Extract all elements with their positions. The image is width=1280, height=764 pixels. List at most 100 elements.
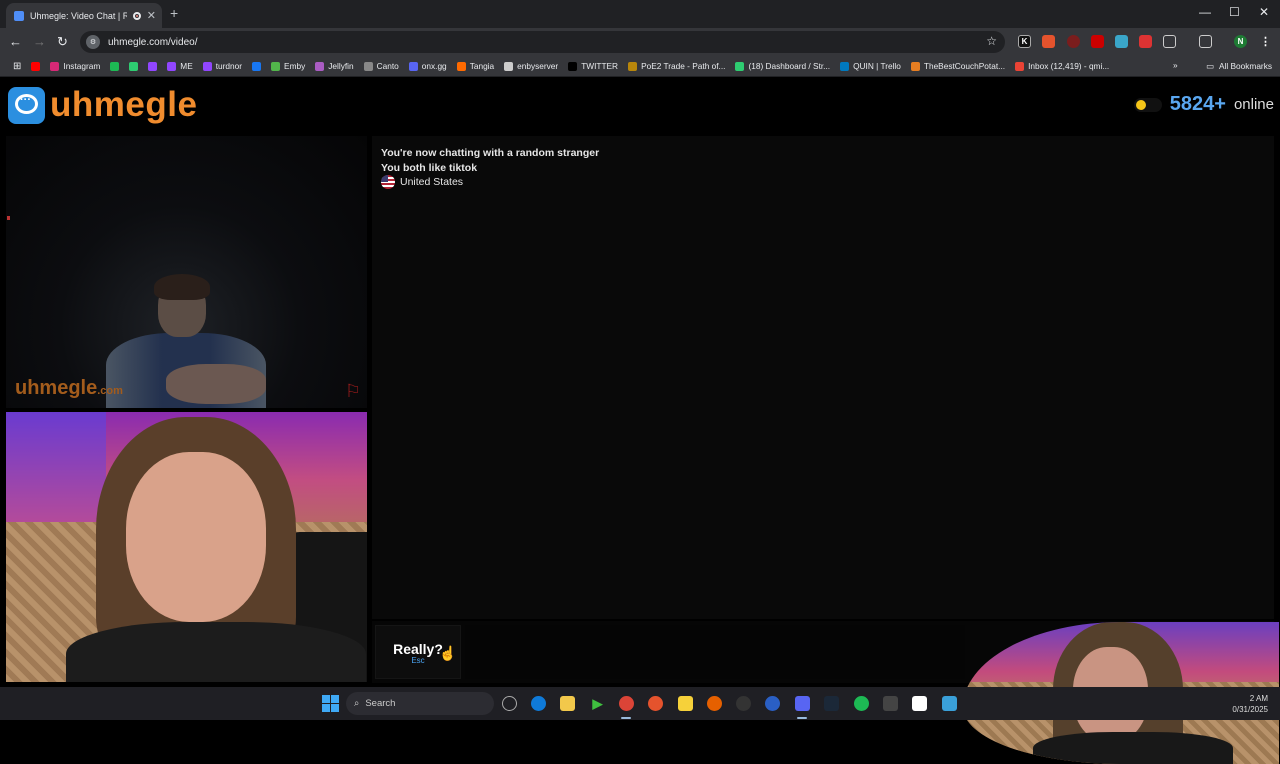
bookmark-item[interactable]: enbyserver	[499, 61, 563, 71]
bookmark-item[interactable]: Jellyfin	[310, 61, 358, 71]
discord-icon[interactable]	[795, 696, 810, 711]
address-bar[interactable]: ⚙ uhmegle.com/video/ ☆	[80, 31, 1005, 53]
obs-icon[interactable]	[736, 696, 751, 711]
bookmark-item[interactable]: Canto	[359, 61, 404, 71]
bookmark-item[interactable]: PoE2 Trade - Path of...	[623, 61, 730, 71]
bookmark-label: Canto	[376, 61, 399, 71]
extension-fox-icon[interactable]	[1042, 35, 1055, 48]
bookmark-favicon-icon	[504, 61, 514, 71]
bookmark-item[interactable]: (18) Dashboard / Str...	[730, 61, 835, 71]
report-flag-icon[interactable]: ⚐	[345, 381, 361, 402]
extensions-puzzle-icon[interactable]	[1163, 35, 1176, 48]
start-button[interactable]	[322, 695, 339, 712]
theme-toggle[interactable]	[1133, 97, 1162, 112]
bookmark-favicon-icon	[735, 61, 745, 71]
profile-avatar[interactable]: N	[1234, 35, 1247, 48]
bookmark-favicon-icon	[408, 61, 418, 71]
menu-icon[interactable]: ⋮	[1259, 35, 1272, 48]
all-bookmarks-button[interactable]: ▭ All Bookmarks	[1206, 61, 1272, 71]
bookmark-favicon-icon	[568, 61, 578, 71]
stranger-country: United States	[381, 175, 1265, 190]
message-input[interactable]	[465, 625, 965, 679]
bookmark-favicon-icon	[456, 61, 466, 71]
extension-blue-icon[interactable]	[1115, 35, 1128, 48]
recording-indicator	[7, 216, 10, 220]
url-text: uhmegle.com/video/	[108, 36, 198, 48]
chat-log: You're now chatting with a random strang…	[372, 136, 1274, 619]
firefox-icon[interactable]	[707, 696, 722, 711]
bookmark-label: TWITTER	[581, 61, 619, 71]
extension-pink-icon[interactable]	[1139, 35, 1152, 48]
bookmarks-overflow-icon[interactable]: »	[1173, 60, 1178, 70]
bookmark-item[interactable]: turdnor	[198, 61, 247, 71]
bookmark-favicon-icon	[315, 61, 325, 71]
bookmark-item[interactable]: Emby	[266, 61, 310, 71]
bookmark-item[interactable]	[143, 61, 162, 71]
bookmark-label: TheBestCouchPotat...	[923, 61, 1006, 71]
bookmark-item[interactable]	[124, 61, 143, 71]
bookmark-item[interactable]: Instagram	[45, 61, 105, 71]
minimize-button[interactable]: —	[1199, 5, 1211, 19]
notepad-icon[interactable]	[942, 696, 957, 711]
forward-button[interactable]: →	[33, 34, 46, 49]
extension-red-icon[interactable]	[1067, 35, 1080, 48]
bookmark-item[interactable]: Tangia	[452, 61, 499, 71]
bookmark-item[interactable]: TheBestCouchPotat...	[906, 61, 1010, 71]
spotify-icon[interactable]	[854, 696, 869, 711]
windows-taskbar: ⌕ Search ▶ 2 AM 0/31/2025	[0, 687, 1280, 720]
browser-tab[interactable]: Uhmegle: Video Chat | Rand ✕	[6, 3, 162, 28]
system-clock[interactable]: 2 AM 0/31/2025	[1232, 693, 1268, 715]
extension-k-icon[interactable]: K	[1018, 35, 1031, 48]
app-blue-icon[interactable]	[765, 696, 780, 711]
bookmark-favicon-icon	[50, 61, 60, 71]
back-button[interactable]: ←	[9, 34, 22, 49]
extension-youtube-icon[interactable]	[1091, 35, 1104, 48]
site-logo[interactable]: uhmegle	[8, 85, 197, 125]
maximize-button[interactable]: ☐	[1229, 5, 1240, 19]
bookmarks-bar: ⊞ Instagram ME turdnor Emby Jellyfin Canto onx…	[0, 56, 1280, 77]
bookmark-label: turdnor	[215, 61, 243, 71]
sticky-notes-icon[interactable]	[678, 696, 693, 711]
site-info-icon[interactable]: ⚙	[86, 35, 100, 49]
steam-icon[interactable]	[824, 696, 839, 711]
bookmark-item[interactable]: ME	[162, 61, 197, 71]
bookmark-favicon-icon	[271, 61, 281, 71]
bookmark-item[interactable]	[105, 61, 124, 71]
close-tab-icon[interactable]: ✕	[147, 9, 156, 22]
app-play-icon[interactable]: ▶	[590, 696, 605, 711]
bookmark-item[interactable]: TWITTER	[563, 61, 623, 71]
bookmark-item[interactable]	[247, 61, 266, 71]
bookmark-item[interactable]	[26, 61, 45, 71]
apps-icon[interactable]: ⊞	[8, 61, 26, 72]
self-video	[6, 412, 367, 682]
file-explorer-icon[interactable]	[560, 696, 575, 711]
chat-interest-line: You both like tiktok	[381, 161, 478, 174]
side-panel-icon[interactable]	[1199, 35, 1212, 48]
bookmark-item[interactable]: Inbox (12,419) - qmi...	[1010, 61, 1114, 71]
capcut-icon[interactable]	[912, 696, 927, 711]
stranger-video: uhmegle.com ⚐	[6, 136, 367, 408]
chrome-icon[interactable]	[619, 696, 634, 711]
bookmark-star-icon[interactable]: ☆	[986, 34, 997, 48]
bookmark-item[interactable]: onx.gg	[404, 61, 452, 71]
taskbar-search[interactable]: ⌕ Search	[346, 692, 494, 715]
clock-date: 0/31/2025	[1232, 705, 1268, 714]
bookmark-favicon-icon	[202, 61, 212, 71]
clock-time: 2 AM	[1249, 694, 1268, 703]
bookmark-item[interactable]: QUIN | Trello	[835, 61, 906, 71]
new-tab-button[interactable]: +	[170, 5, 178, 21]
browser-toolbar: ← → ↻ ⚙ uhmegle.com/video/ ☆ K N ⋮	[0, 28, 1280, 56]
bookmark-label: Inbox (12,419) - qmi...	[1028, 61, 1110, 71]
site-favicon-icon	[14, 10, 24, 21]
bookmark-label: QUIN | Trello	[853, 61, 901, 71]
bookmark-label: Instagram	[63, 61, 101, 71]
task-view-icon[interactable]	[502, 696, 517, 711]
online-label: online	[1233, 96, 1274, 113]
close-window-button[interactable]: ✕	[1259, 5, 1269, 19]
mouse-pointer-icon: ☝	[439, 645, 457, 661]
reload-button[interactable]: ↻	[57, 34, 68, 50]
app-orange-icon[interactable]	[648, 696, 663, 711]
bookmark-favicon-icon	[252, 61, 262, 71]
app-gray-icon[interactable]	[883, 696, 898, 711]
edge-icon[interactable]	[531, 696, 546, 711]
